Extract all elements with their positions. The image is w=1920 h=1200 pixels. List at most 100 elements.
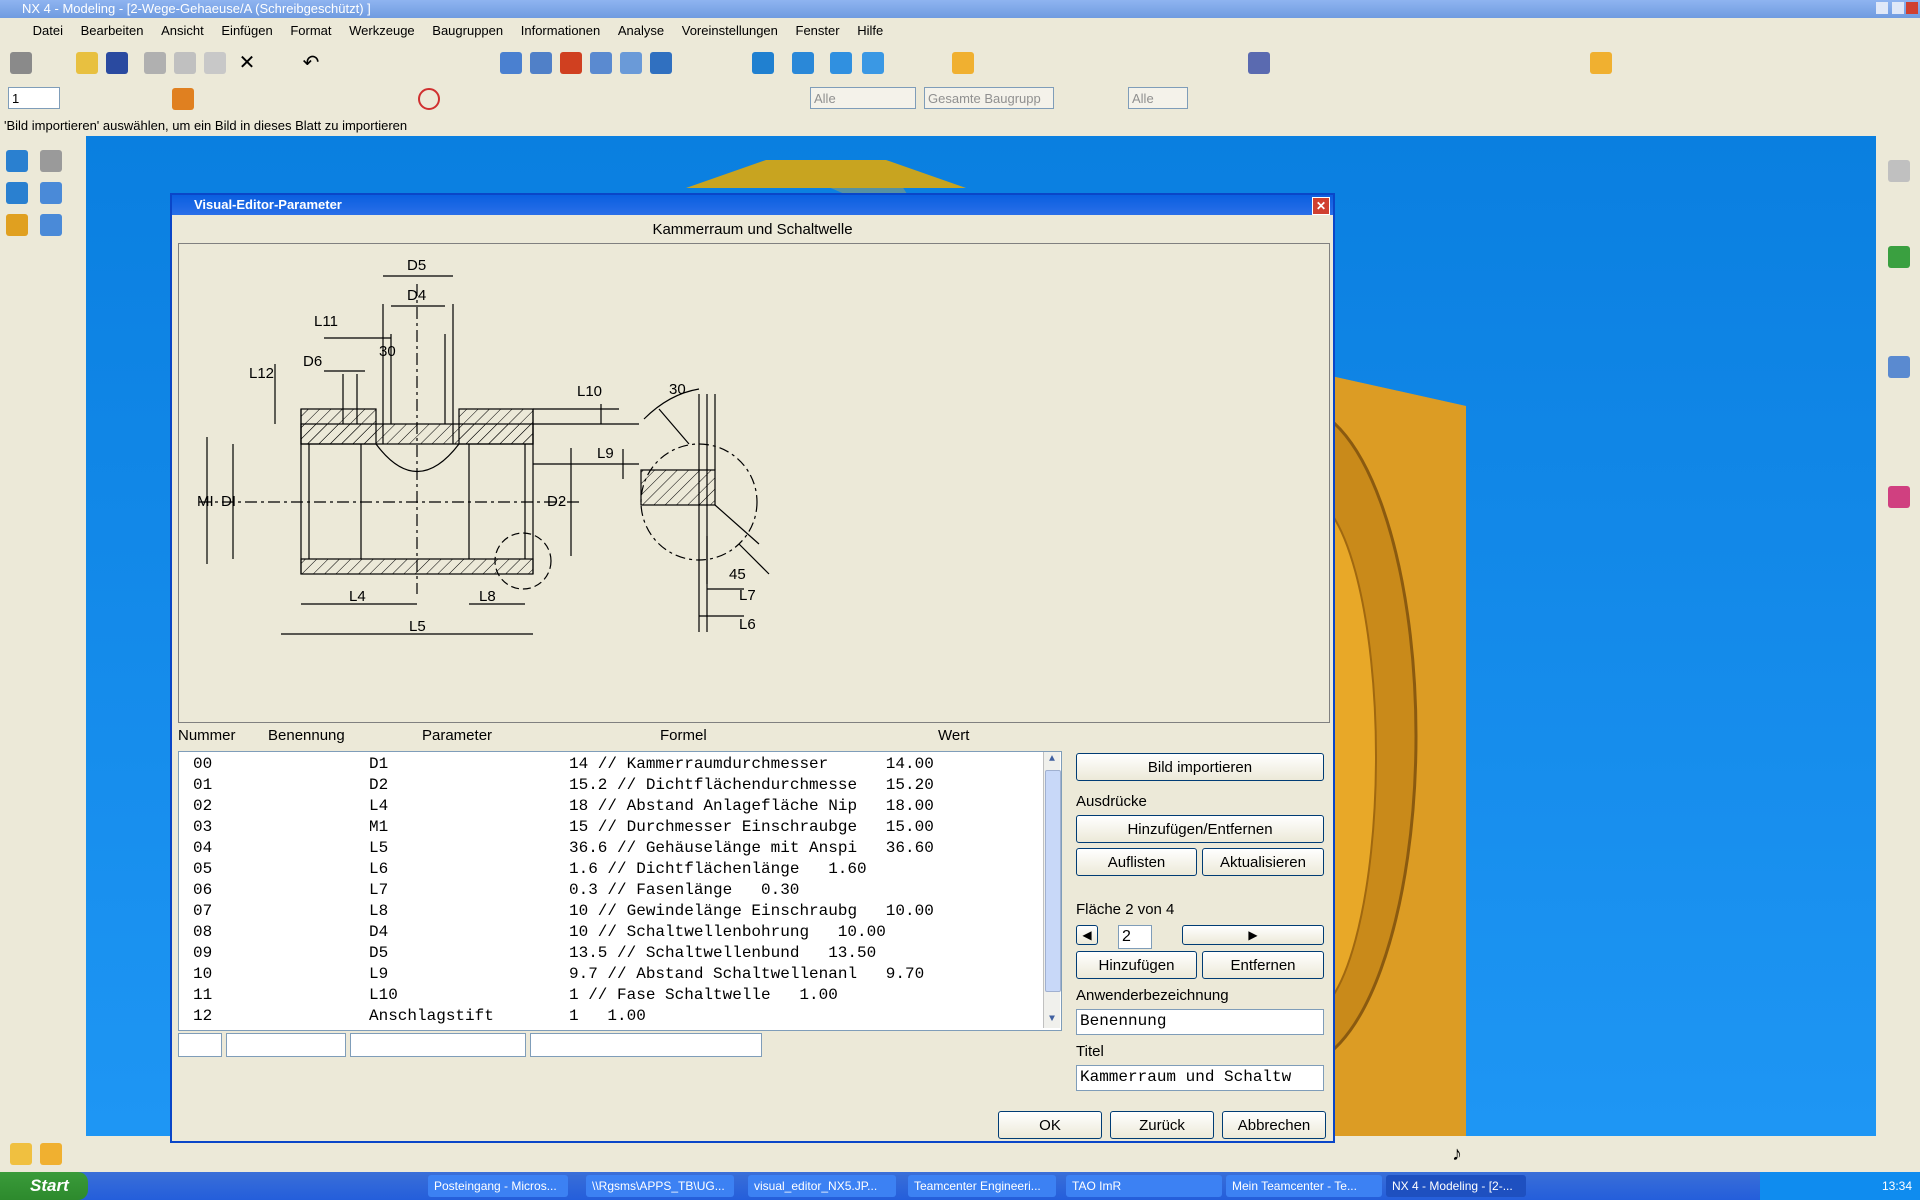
next-sheet-button[interactable]: ▶ [1182, 925, 1324, 945]
scroll-down-icon[interactable]: ▼ [1044, 1012, 1060, 1028]
top-view-icon[interactable] [830, 52, 852, 74]
cylinder-icon[interactable] [40, 214, 62, 236]
sketch-icon[interactable] [40, 150, 62, 172]
column-header-nummer[interactable]: Nummer [178, 727, 236, 744]
menu-werkzeuge[interactable]: Werkzeuge [342, 18, 422, 44]
user-name-field[interactable]: Benennung [1076, 1009, 1324, 1035]
label-angle-30b: 30 [669, 381, 686, 398]
task-teamcenter[interactable]: Teamcenter Engineeri... [908, 1175, 1056, 1197]
fit-icon[interactable] [530, 52, 552, 74]
assembly-navigator-icon[interactable] [1888, 160, 1910, 182]
menu-format[interactable]: Format [283, 18, 338, 44]
task-mein-teamcenter[interactable]: Mein Teamcenter - Te... [1226, 1175, 1382, 1197]
edit-parameter-field[interactable] [350, 1033, 526, 1057]
rotate-icon[interactable] [650, 52, 672, 74]
task-outlook[interactable]: Posteingang - Micros... [428, 1175, 568, 1197]
title-field[interactable]: Kammerraum und Schaltw [1076, 1065, 1324, 1091]
menu-datei[interactable]: Datei [26, 18, 70, 44]
remove-sheet-button[interactable]: Entfernen [1202, 951, 1324, 979]
cut-icon[interactable] [144, 52, 166, 74]
print-icon[interactable] [10, 52, 32, 74]
column-header-benennung[interactable]: Benennung [268, 727, 345, 744]
revolve-icon[interactable] [40, 182, 62, 204]
column-header-parameter[interactable]: Parameter [422, 727, 492, 744]
open-icon[interactable] [76, 52, 98, 74]
task-explorer[interactable]: \\Rgsms\APPS_TB\UG... [586, 1175, 734, 1197]
assembly-icon[interactable] [1248, 52, 1270, 74]
history-icon[interactable] [1888, 356, 1910, 378]
task-tao-imr[interactable]: TAO ImR [1066, 1175, 1222, 1197]
menu-ansicht[interactable]: Ansicht [154, 18, 211, 44]
add-sheet-button[interactable]: Hinzufügen [1076, 951, 1197, 979]
spline-icon[interactable]: ♪ [1446, 1143, 1468, 1165]
add-remove-button[interactable]: Hinzufügen/Entfernen [1076, 815, 1324, 843]
view-cube-icon[interactable] [752, 52, 774, 74]
menu-informationen[interactable]: Informationen [514, 18, 608, 44]
pan-icon[interactable] [620, 52, 642, 74]
parameter-list[interactable]: 00 D1 14 // Kammerraumdurchmesser 14.00 01 D2… [178, 751, 1062, 1031]
start-button[interactable]: Start [0, 1172, 88, 1200]
label-L11: L11 [314, 313, 338, 330]
part-navigator-icon[interactable] [1888, 246, 1910, 268]
zoom-icon[interactable] [590, 52, 612, 74]
menu-analyse[interactable]: Analyse [611, 18, 671, 44]
sheet-icon[interactable] [40, 1143, 62, 1165]
menu-fenster[interactable]: Fenster [789, 18, 847, 44]
layer-select[interactable]: 1 [8, 87, 60, 109]
part-icon[interactable] [1590, 52, 1612, 74]
paste-icon[interactable] [204, 52, 226, 74]
extrude-icon[interactable] [6, 182, 28, 204]
cancel-button[interactable]: Abbrechen [1222, 1111, 1326, 1139]
filter-type-select[interactable]: Alle [810, 87, 916, 109]
row-formula: 1.6 // Dichtflächenlänge [569, 860, 800, 878]
maximize-icon[interactable] [1892, 2, 1904, 14]
scroll-thumb[interactable] [1045, 770, 1061, 992]
roles-icon[interactable] [1888, 486, 1910, 508]
scroll-up-icon[interactable]: ▲ [1044, 752, 1060, 768]
update-button[interactable]: Aktualisieren [1202, 848, 1324, 876]
menu-baugruppen[interactable]: Baugruppen [425, 18, 510, 44]
copy-icon[interactable] [174, 52, 196, 74]
edit-benennung-field[interactable] [226, 1033, 346, 1057]
menu-hilfe[interactable]: Hilfe [850, 18, 890, 44]
filter-select[interactable]: Alle [1128, 87, 1188, 109]
save-icon[interactable] [106, 52, 128, 74]
menu-bearbeiten[interactable]: Bearbeiten [74, 18, 151, 44]
shaded-icon[interactable] [952, 52, 974, 74]
row-formula: 9.7 // Abstand Schaltwellenanl [569, 965, 858, 983]
column-header-wert[interactable]: Wert [938, 727, 969, 744]
right-view-icon[interactable] [862, 52, 884, 74]
undo-icon[interactable]: ↶ [300, 52, 322, 74]
snap-center-icon[interactable] [418, 88, 440, 110]
edit-formel-field[interactable] [530, 1033, 762, 1057]
menu-einfuegen[interactable]: Einfügen [214, 18, 279, 44]
list-button[interactable]: Auflisten [1076, 848, 1197, 876]
sheet-number-field[interactable]: 2 [1118, 925, 1152, 949]
block-icon[interactable] [6, 214, 28, 236]
title-label: Titel [1076, 1043, 1104, 1060]
label-L4: L4 [349, 588, 366, 605]
clock[interactable]: 13:34 [1882, 1172, 1912, 1200]
back-button[interactable]: Zurück [1110, 1111, 1214, 1139]
previous-sheet-button[interactable]: ◀ [1076, 925, 1098, 945]
delete-icon[interactable]: ✕ [236, 52, 258, 74]
menu-voreinstellungen[interactable]: Voreinstellungen [675, 18, 785, 44]
task-image-viewer[interactable]: visual_editor_NX5.JP... [748, 1175, 896, 1197]
front-view-icon[interactable] [792, 52, 814, 74]
select-icon[interactable] [172, 88, 194, 110]
right-resource-bar [1876, 136, 1920, 1136]
close-icon[interactable] [1906, 2, 1918, 14]
task-nx-modeling[interactable]: NX 4 - Modeling - [2-... [1386, 1175, 1526, 1197]
feature-icon[interactable] [6, 150, 28, 172]
import-image-button[interactable]: Bild importieren [1076, 753, 1324, 781]
dialog-close-icon[interactable]: ✕ [1312, 197, 1330, 215]
filter-scope-select[interactable]: Gesamte Baugrupp [924, 87, 1054, 109]
drawing-icon[interactable] [10, 1143, 32, 1165]
minimize-icon[interactable] [1876, 2, 1888, 14]
ok-button[interactable]: OK [998, 1111, 1102, 1139]
edit-nummer-field[interactable] [178, 1033, 222, 1057]
list-scrollbar[interactable]: ▲ ▼ [1043, 752, 1061, 1028]
zoom-window-icon[interactable] [560, 52, 582, 74]
column-header-formel[interactable]: Formel [660, 727, 707, 744]
orient-icon[interactable] [500, 52, 522, 74]
